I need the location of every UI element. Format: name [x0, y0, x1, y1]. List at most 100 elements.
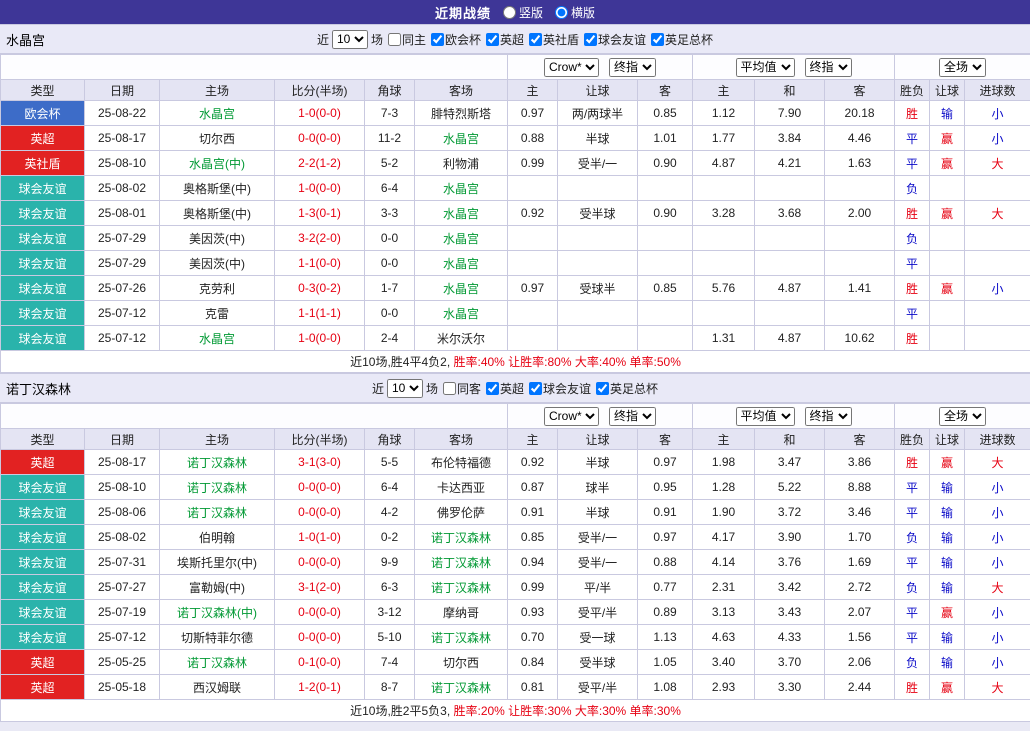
checkbox-input[interactable] [486, 33, 499, 46]
result-goals [965, 226, 1030, 251]
layout-radio-horizontal[interactable]: 横版 [555, 4, 595, 21]
home-team: 诺丁汉森林 [160, 475, 275, 500]
checkbox-input[interactable] [486, 382, 499, 395]
filter-checkbox[interactable]: 英社盾 [529, 31, 579, 48]
checkbox-input[interactable] [651, 33, 664, 46]
table-row: 英超25-05-18西汉姆联1-2(0-1)8-7诺丁汉森林0.81受平/半1.… [1, 675, 1030, 700]
vertical-radio-input[interactable] [503, 6, 516, 19]
filter-checkbox[interactable]: 球会友谊 [584, 31, 646, 48]
result-goals: 大 [965, 575, 1030, 600]
avg-away: 8.88 [825, 475, 895, 500]
filter-checkbox[interactable]: 英足总杯 [596, 380, 658, 397]
odds-away: 1.13 [638, 625, 693, 650]
checkbox-input[interactable] [388, 33, 401, 46]
checkbox-label: 英超 [500, 380, 524, 397]
result-handicap: 输 [930, 475, 965, 500]
odds-handicap: 球半 [558, 475, 638, 500]
filter-checkbox[interactable]: 英足总杯 [651, 31, 713, 48]
match-type-badge: 欧会杯 [1, 101, 85, 126]
filter-checkbox[interactable]: 同客 [443, 380, 481, 397]
result-handicap: 输 [930, 525, 965, 550]
match-score: 1-2(0-1) [275, 675, 365, 700]
avg-draw: 3.72 [755, 500, 825, 525]
avg-draw: 3.76 [755, 550, 825, 575]
avg-draw: 3.42 [755, 575, 825, 600]
column-header: 让球 [558, 429, 638, 450]
avg-home [693, 251, 755, 276]
result-goals: 小 [965, 475, 1030, 500]
header-spacer [1, 55, 508, 80]
corners-score: 5-2 [365, 151, 415, 176]
odds-source-select[interactable]: 终指 [609, 407, 656, 426]
odds-source-select[interactable]: 终指 [805, 407, 852, 426]
filter-checkbox[interactable]: 欧会杯 [431, 31, 481, 48]
avg-draw: 3.43 [755, 600, 825, 625]
corners-score: 0-0 [365, 301, 415, 326]
match-type-badge: 球会友谊 [1, 525, 85, 550]
match-date: 25-07-12 [85, 326, 160, 351]
result-wdl: 胜 [895, 326, 930, 351]
filter-checkbox[interactable]: 英超 [486, 31, 524, 48]
corners-score: 9-9 [365, 550, 415, 575]
odds-source-select[interactable]: 平均值 [736, 58, 795, 77]
avg-home: 2.31 [693, 575, 755, 600]
result-wdl: 负 [895, 650, 930, 675]
odds-home [508, 326, 558, 351]
match-count-select[interactable]: 10 [387, 379, 423, 398]
away-team: 水晶宫 [415, 276, 508, 301]
odds-source-select[interactable]: Crow* [544, 58, 599, 77]
odds-handicap: 受半/一 [558, 550, 638, 575]
odds-home: 0.81 [508, 675, 558, 700]
checkbox-input[interactable] [529, 33, 542, 46]
odds-source-select[interactable]: 平均值 [736, 407, 795, 426]
away-team: 诺丁汉森林 [415, 675, 508, 700]
checkbox-input[interactable] [596, 382, 609, 395]
odds-source-select[interactable]: 全场 [939, 407, 986, 426]
checkbox-input[interactable] [584, 33, 597, 46]
avg-away: 1.63 [825, 151, 895, 176]
layout-radio-vertical[interactable]: 竖版 [503, 4, 543, 21]
avg-home: 1.31 [693, 326, 755, 351]
match-score: 0-0(0-0) [275, 126, 365, 151]
odds-away [638, 301, 693, 326]
odds-home: 0.97 [508, 276, 558, 301]
odds-source-select[interactable]: 终指 [805, 58, 852, 77]
match-count-select[interactable]: 10 [332, 30, 368, 49]
avg-away: 20.18 [825, 101, 895, 126]
result-wdl: 胜 [895, 101, 930, 126]
table-row: 英超25-08-17诺丁汉森林3-1(3-0)5-5布伦特福德0.92半球0.9… [1, 450, 1030, 475]
corners-score: 6-4 [365, 475, 415, 500]
checkbox-label: 同客 [457, 380, 481, 397]
home-team: 水晶宫 [160, 326, 275, 351]
horizontal-radio-input[interactable] [555, 6, 568, 19]
avg-home: 2.93 [693, 675, 755, 700]
result-goals: 小 [965, 500, 1030, 525]
checkbox-input[interactable] [443, 382, 456, 395]
table-row: 球会友谊25-08-01奥格斯堡(中)1-3(0-1)3-3水晶宫0.92受半球… [1, 201, 1030, 226]
odds-selects-group: 平均值终指 [693, 404, 895, 429]
match-date: 25-08-17 [85, 126, 160, 151]
checkbox-input[interactable] [431, 33, 444, 46]
odds-away: 1.05 [638, 650, 693, 675]
checkbox-label: 英超 [500, 31, 524, 48]
column-header: 角球 [365, 80, 415, 101]
checkbox-input[interactable] [529, 382, 542, 395]
away-team: 摩纳哥 [415, 600, 508, 625]
table-row: 英社盾25-08-10水晶宫(中)2-2(1-2)5-2利物浦0.99受半/一0… [1, 151, 1030, 176]
odds-away: 0.85 [638, 101, 693, 126]
filter-checkbox[interactable]: 球会友谊 [529, 380, 591, 397]
odds-source-select[interactable]: Crow* [544, 407, 599, 426]
result-wdl: 胜 [895, 675, 930, 700]
checkbox-label: 同主 [402, 31, 426, 48]
filter-checkbox[interactable]: 英超 [486, 380, 524, 397]
away-team: 诺丁汉森林 [415, 625, 508, 650]
avg-away: 2.07 [825, 600, 895, 625]
avg-home: 4.63 [693, 625, 755, 650]
odds-handicap [558, 301, 638, 326]
results-table: Crow*终指平均值终指全场类型日期主场比分(半场)角球客场主让球客主和客胜负让… [0, 403, 1030, 722]
odds-source-select[interactable]: 全场 [939, 58, 986, 77]
result-handicap: 赢 [930, 126, 965, 151]
filter-checkbox[interactable]: 同主 [388, 31, 426, 48]
odds-source-select[interactable]: 终指 [609, 58, 656, 77]
away-team: 诺丁汉森林 [415, 525, 508, 550]
